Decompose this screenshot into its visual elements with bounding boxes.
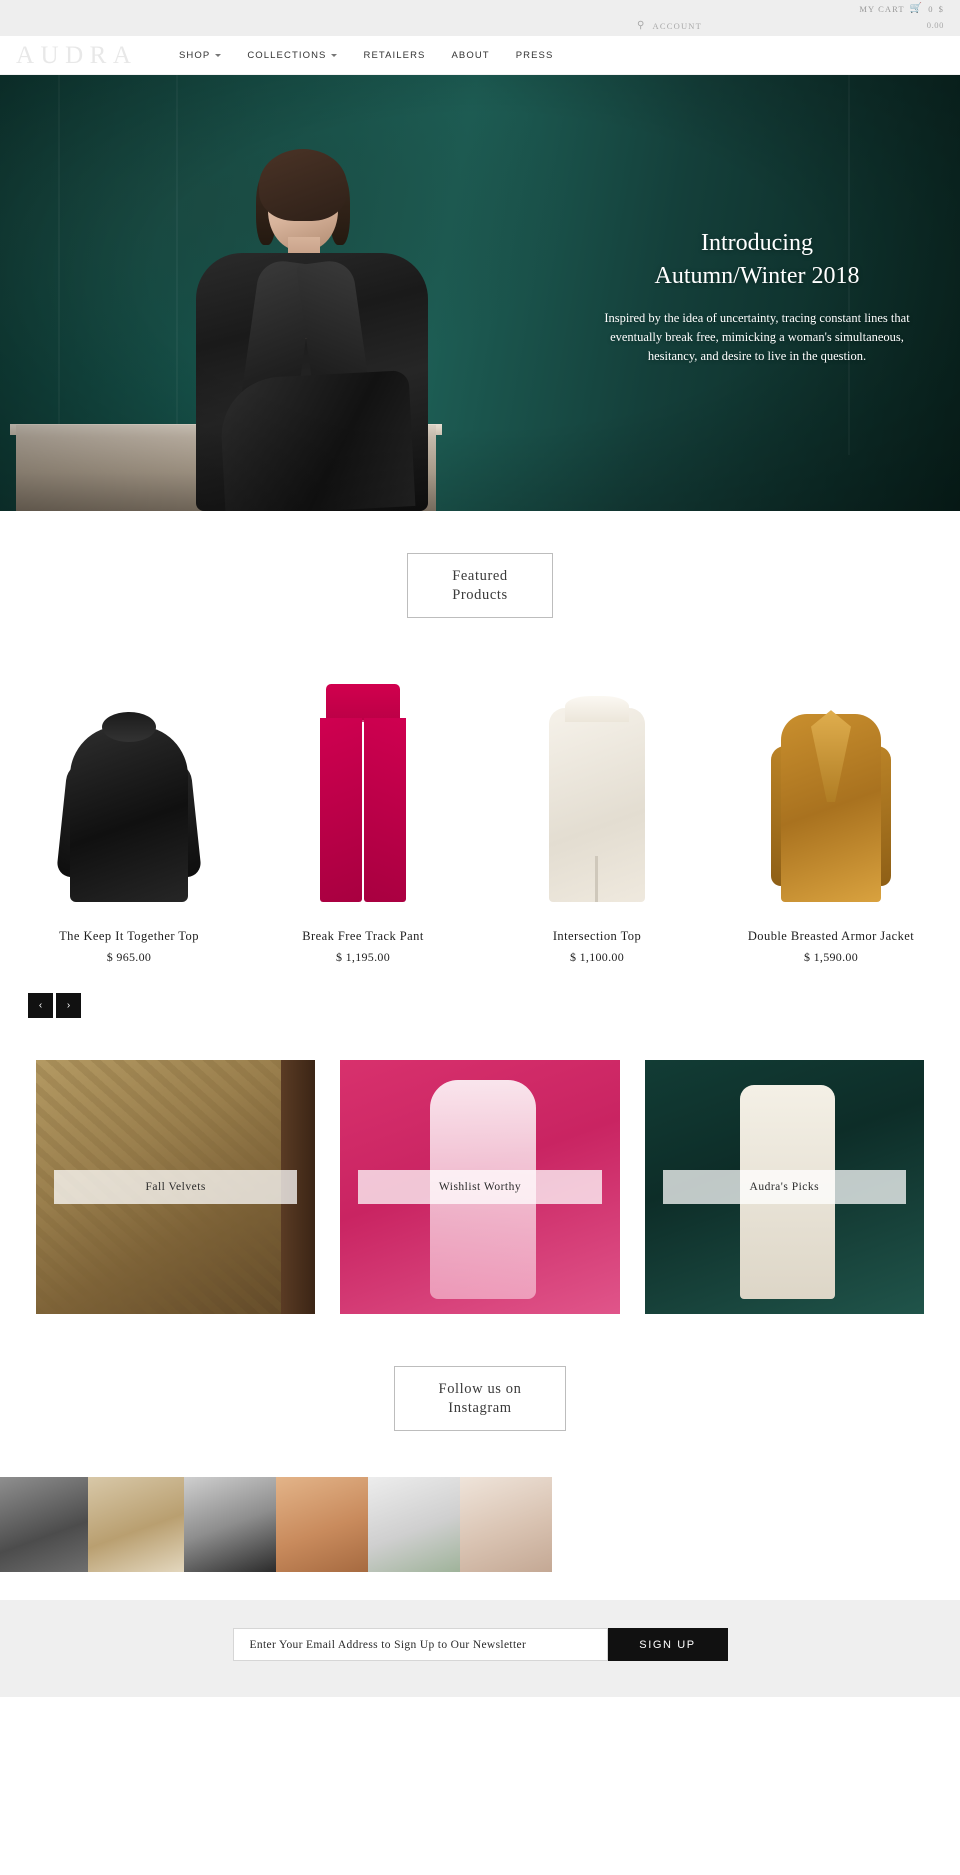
instagram-heading: Follow us on Instagram xyxy=(393,1366,567,1432)
shopping-cart-icon: 🛒 xyxy=(909,3,924,14)
garment-collar xyxy=(102,712,156,743)
collection-tile-audras-picks[interactable]: Audra's Picks xyxy=(644,1060,924,1315)
garment-top-black xyxy=(56,702,202,903)
product-card[interactable]: Intersection Top $ 1,100.00 xyxy=(480,670,714,965)
garment-waistband xyxy=(326,684,400,723)
collection-tile-fall-velvets[interactable]: Fall Velvets xyxy=(36,1060,316,1315)
garment-ivory-top xyxy=(549,696,645,903)
garment-leg-left xyxy=(320,718,362,903)
cart-link[interactable]: MY CART 🛒 0 $ xyxy=(859,3,944,15)
instagram-post[interactable] xyxy=(88,1477,184,1573)
instagram-heading-line-1: Follow us on xyxy=(438,1381,522,1398)
collection-tile-label: Fall Velvets xyxy=(54,1170,298,1205)
nav-label: SHOP xyxy=(179,49,211,61)
carousel-next-button[interactable]: › xyxy=(56,993,81,1019)
product-card[interactable]: Break Free Track Pant $ 1,195.00 xyxy=(246,670,480,965)
featured-heading-wrap: Featured Products xyxy=(0,553,960,619)
newsletter-signup: SIGN UP xyxy=(0,1600,960,1698)
utility-bar: MY CART 🛒 0 $ ⚲ ACCOUNT 0.00 xyxy=(0,0,960,36)
product-price: $ 1,195.00 xyxy=(336,950,390,965)
nav-label: ABOUT xyxy=(451,49,490,61)
garment-leg-right xyxy=(364,718,406,903)
hero-title-line-1: Introducing xyxy=(701,230,813,256)
product-price: $ 1,100.00 xyxy=(570,950,624,965)
product-price: $ 965.00 xyxy=(106,950,152,965)
utility-bar-row-2: ⚲ ACCOUNT 0.00 xyxy=(0,20,960,36)
collection-tile-wishlist-worthy[interactable]: Wishlist Worthy xyxy=(340,1060,620,1315)
instagram-post[interactable] xyxy=(184,1477,276,1573)
garment-seam xyxy=(362,720,364,903)
product-image[interactable] xyxy=(246,670,480,903)
featured-heading: Featured Products xyxy=(407,553,553,619)
nav-item-shop[interactable]: SHOP xyxy=(166,50,234,61)
nav-item-collections[interactable]: COLLECTIONS xyxy=(234,50,350,61)
product-image[interactable] xyxy=(12,670,246,903)
featured-heading-line-2: Products xyxy=(452,586,508,603)
instagram-post[interactable] xyxy=(368,1477,460,1573)
nav-item-retailers[interactable]: RETAILERS xyxy=(350,50,438,61)
product-image[interactable] xyxy=(480,670,714,903)
nav-label: PRESS xyxy=(515,49,554,61)
product-card[interactable]: The Keep It Together Top $ 965.00 xyxy=(12,670,246,965)
cart-currency: $ xyxy=(938,4,944,14)
nav-item-about[interactable]: ABOUT xyxy=(438,50,502,61)
collection-tile-label: Audra's Picks xyxy=(662,1170,906,1205)
carousel-navigation: ‹ › xyxy=(28,993,960,1019)
garment-slit xyxy=(595,856,598,903)
garment-velvet-jacket xyxy=(771,694,891,903)
nav-label: RETAILERS xyxy=(363,49,426,61)
product-price: $ 1,590.00 xyxy=(804,950,858,965)
hero-title: Introducing Autumn/Winter 2018 xyxy=(598,227,916,292)
product-title[interactable]: The Keep It Together Top xyxy=(12,928,246,944)
site-header: AUDRA SHOP COLLECTIONS RETAILERS ABOUT P… xyxy=(0,36,960,75)
cart-label: MY CART xyxy=(859,4,905,14)
featured-products-section: Featured Products The Keep It Together T… xyxy=(0,511,960,1019)
chevron-down-icon xyxy=(331,54,338,57)
newsletter-signup-button[interactable]: SIGN UP xyxy=(607,1628,728,1662)
instagram-post[interactable] xyxy=(0,1477,88,1573)
instagram-heading-line-2: Instagram xyxy=(448,1399,512,1416)
product-title[interactable]: Intersection Top xyxy=(480,928,714,944)
account-link[interactable]: ⚲ ACCOUNT xyxy=(637,20,702,31)
instagram-post[interactable] xyxy=(460,1477,552,1573)
search-icon[interactable]: ⚲ xyxy=(637,20,646,31)
nav-label: COLLECTIONS xyxy=(247,49,327,61)
collection-tile-label: Wishlist Worthy xyxy=(358,1170,602,1205)
garment-track-pant xyxy=(320,684,406,903)
carousel-prev-button[interactable]: ‹ xyxy=(28,993,53,1019)
hero-banner[interactable]: Introducing Autumn/Winter 2018 Inspired … xyxy=(0,75,960,511)
cart-count: 0 xyxy=(928,4,934,14)
product-title[interactable]: Double Breasted Armor Jacket xyxy=(714,928,948,944)
instagram-section: Follow us on Instagram xyxy=(0,1314,960,1432)
product-image[interactable] xyxy=(714,670,948,903)
newsletter-form: SIGN UP xyxy=(232,1628,728,1662)
account-label: ACCOUNT xyxy=(652,20,703,31)
main-navigation: SHOP COLLECTIONS RETAILERS ABOUT PRESS xyxy=(166,50,566,61)
garment-body xyxy=(70,726,188,903)
featured-heading-line-1: Featured xyxy=(452,568,508,584)
instagram-feed xyxy=(0,1477,960,1573)
instagram-post[interactable] xyxy=(276,1477,368,1573)
product-grid: The Keep It Together Top $ 965.00 Break … xyxy=(0,670,960,965)
hero-description: Inspired by the idea of uncertainty, tra… xyxy=(604,311,910,363)
garment-shoulder xyxy=(565,696,629,723)
product-title[interactable]: Break Free Track Pant xyxy=(246,928,480,944)
hero-copy: Introducing Autumn/Winter 2018 Inspired … xyxy=(598,227,916,366)
nav-item-press[interactable]: PRESS xyxy=(503,50,567,61)
cart-total: 0.00 xyxy=(926,20,944,30)
newsletter-email-input[interactable] xyxy=(232,1628,608,1662)
product-card[interactable]: Double Breasted Armor Jacket $ 1,590.00 xyxy=(714,670,948,965)
hero-title-line-2: Autumn/Winter 2018 xyxy=(654,262,860,289)
site-logo[interactable]: AUDRA xyxy=(16,43,156,68)
collection-tiles: Fall Velvets Wishlist Worthy Audra's Pic… xyxy=(0,1018,960,1315)
chevron-down-icon xyxy=(215,54,222,57)
